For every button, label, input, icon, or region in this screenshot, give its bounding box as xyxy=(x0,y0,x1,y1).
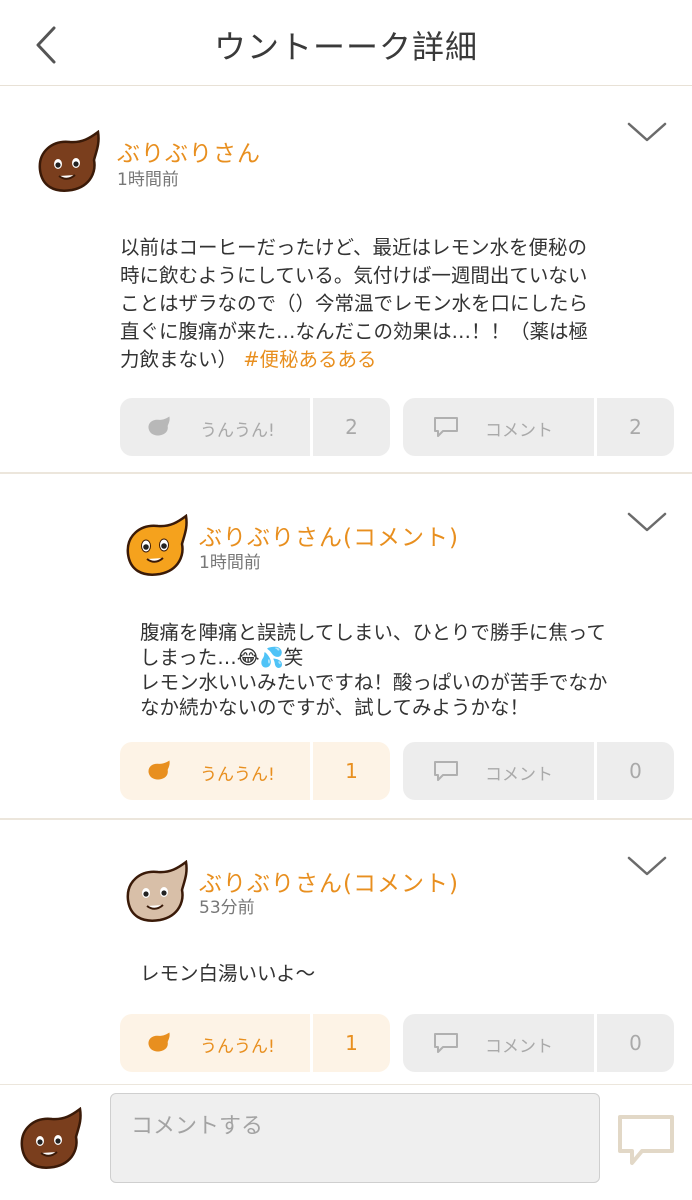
post-line-last: 力飲まない） #便秘あるある xyxy=(120,346,666,374)
unun-button[interactable]: うんうん! 1 xyxy=(120,1014,390,1072)
unun-label: うんうん! xyxy=(200,1037,275,1057)
comment-count: 0 xyxy=(594,1014,674,1072)
comment-card: ぶりぶりさん(コメント) 53分前 レモン白湯いいよ〜 うんうん! 1 コメント… xyxy=(0,820,692,1084)
comment-bar xyxy=(0,1084,692,1200)
comment-line: 腹痛を陣痛と誤読してしまい、ひとりで勝手に焦って xyxy=(140,621,606,644)
comment-username[interactable]: ぶりぶりさん(コメント) xyxy=(199,518,459,552)
comment-count: 2 xyxy=(594,398,674,456)
post-actions: うんうん! 2 コメント 2 xyxy=(120,398,674,456)
post-line: 力飲まない） xyxy=(120,348,238,371)
poop-blob-icon xyxy=(148,760,170,780)
avatar[interactable] xyxy=(120,860,192,924)
comment-label: コメント xyxy=(485,765,553,785)
page-title: ウントーーク詳細 xyxy=(213,28,478,66)
comment-input[interactable] xyxy=(110,1093,600,1183)
chevron-down-icon[interactable] xyxy=(627,510,667,534)
unun-label: うんうん! xyxy=(200,421,275,441)
comment-body: レモン白湯いいよ〜 xyxy=(140,960,666,988)
comment-label: コメント xyxy=(485,1037,553,1057)
comment-time: 53分前 xyxy=(199,898,255,918)
post-line: ことはザラなので（）今常温でレモン水を口にしたら xyxy=(120,292,589,315)
post-body: 以前はコーヒーだったけど、最近はレモン水を便秘の 時に飲むようにしている。気付け… xyxy=(120,234,666,374)
unun-count: 1 xyxy=(310,1014,390,1072)
avatar[interactable] xyxy=(120,514,192,578)
unun-count: 2 xyxy=(310,398,390,456)
post-card: ぶりぶりさん 1時間前 以前はコーヒーだったけど、最近はレモン水を便秘の 時に飲… xyxy=(0,86,692,474)
comment-line: なか続かないのですが、試してみようかな！ xyxy=(140,696,530,719)
comment-line: レモン水いいみたいですね！酸っぱいのが苦手でなか xyxy=(140,671,608,694)
chevron-down-icon[interactable] xyxy=(627,854,667,878)
app-header: ウントーーク詳細 xyxy=(0,0,692,86)
comment-line: しまった…😂💦笑 xyxy=(140,646,304,669)
speech-bubble-icon xyxy=(434,1033,458,1053)
unun-count: 1 xyxy=(310,742,390,800)
poop-blob-icon xyxy=(148,416,170,436)
comment-body: 腹痛を陣痛と誤読してしまい、ひとりで勝手に焦って しまった…😂💦笑 レモン水いい… xyxy=(140,620,666,720)
send-comment-icon[interactable] xyxy=(616,1113,676,1169)
comment-button[interactable]: コメント 0 xyxy=(403,1014,674,1072)
chevron-down-icon[interactable] xyxy=(627,120,667,144)
unun-label: うんうん! xyxy=(200,765,275,785)
comment-button[interactable]: コメント 2 xyxy=(403,398,674,456)
hashtag-link[interactable]: #便秘あるある xyxy=(243,348,376,371)
comment-count: 0 xyxy=(594,742,674,800)
post-line: 時に飲むようにしている。気付けば一週間出ていない xyxy=(120,264,588,287)
comment-button[interactable]: コメント 0 xyxy=(403,742,674,800)
unun-button[interactable]: うんうん! 2 xyxy=(120,398,390,456)
comment-label: コメント xyxy=(485,421,553,441)
post-line: 直ぐに腹痛が来た…なんだこの効果は…！！（薬は極 xyxy=(120,320,589,343)
comment-actions: うんうん! 1 コメント 0 xyxy=(120,742,674,800)
post-username[interactable]: ぶりぶりさん xyxy=(117,134,261,168)
speech-bubble-icon xyxy=(434,761,458,781)
unun-button[interactable]: うんうん! 1 xyxy=(120,742,390,800)
avatar[interactable] xyxy=(32,130,104,194)
post-line: 以前はコーヒーだったけど、最近はレモン水を便秘の xyxy=(120,236,588,259)
post-time: 1時間前 xyxy=(117,170,179,190)
speech-bubble-icon xyxy=(434,417,458,437)
comment-card: ぶりぶりさん(コメント) 1時間前 腹痛を陣痛と誤読してしまい、ひとりで勝手に焦… xyxy=(0,474,692,820)
avatar xyxy=(20,1107,82,1169)
comment-actions: うんうん! 1 コメント 0 xyxy=(120,1014,674,1072)
comment-line: レモン白湯いいよ〜 xyxy=(140,962,316,985)
comment-time: 1時間前 xyxy=(199,553,261,573)
poop-blob-icon xyxy=(148,1032,170,1052)
